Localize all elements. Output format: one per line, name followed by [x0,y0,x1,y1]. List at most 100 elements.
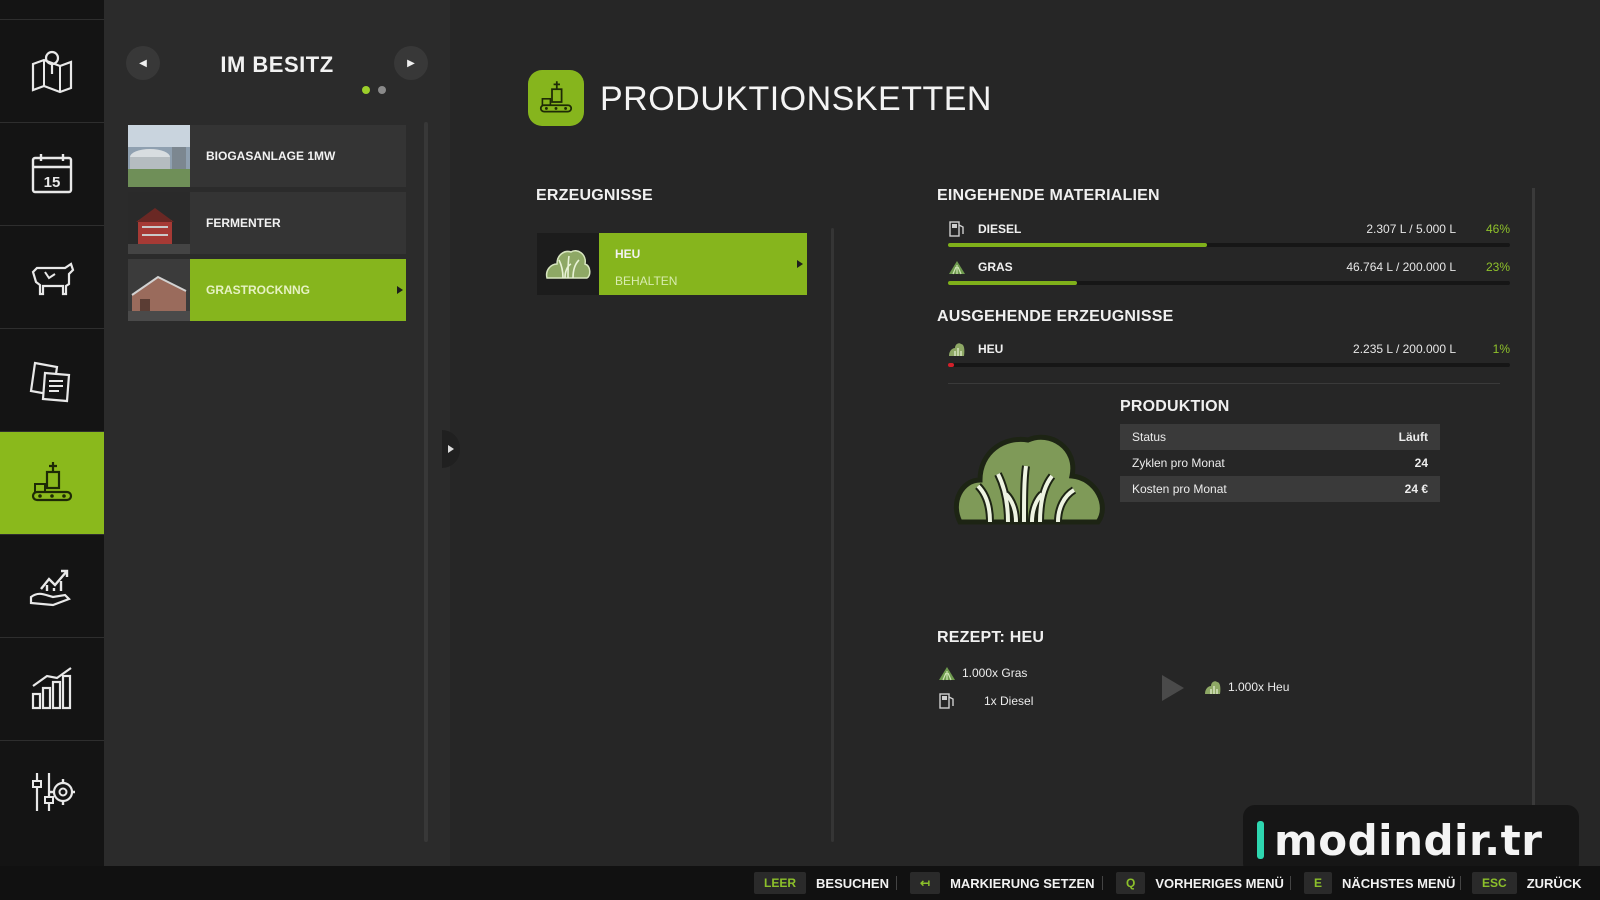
owned-item-fermenter[interactable]: FERMENTER [128,192,406,254]
collapse-panel-button[interactable] [442,430,460,468]
output-amount: 2.235 L / 200.000 L [1353,342,1456,356]
owned-item-label: FERMENTER [206,216,281,230]
recipe-input-diesel: 1x Diesel [938,692,1033,710]
output-name: HEU [978,342,1004,356]
nav-contracts[interactable] [0,328,104,431]
recipe-heading: REZEPT: HEU [937,629,1045,646]
recipe-input-text: 1x Diesel [984,694,1034,708]
output-percent: 1% [1492,342,1510,356]
recipe-input-gras: 1.000x Gras [938,664,1027,682]
production-heading: PRODUKTION [1120,398,1230,415]
grass-icon [939,667,955,681]
nav-finances[interactable] [0,534,104,637]
hay-icon [1205,681,1221,694]
bar-chart-icon [31,667,72,710]
owned-list: BIOGASANLAGE 1MW FERMENTER GRASTROCKNNG [128,125,406,326]
grass-dryer-thumbnail [128,259,190,321]
nav-settings[interactable] [0,740,104,843]
material-amount: 46.764 L / 200.000 L [1346,260,1456,274]
production-value: 24 [1414,456,1428,470]
hint-prev-menu[interactable]: Q VORHERIGES MENÜ [1116,872,1284,894]
main-scrollbar[interactable] [1532,188,1535,808]
material-row-gras: GRAS 46.764 L / 200.000 L 23% [948,258,1510,288]
column-divider [831,228,834,842]
recipe-output-heu: 1.000x Heu [1204,678,1289,696]
documents-icon [29,361,71,403]
page-dot-2[interactable] [378,86,386,94]
map-pin-icon [31,50,73,94]
hint-label: BESUCHEN [816,875,889,891]
chevron-right-icon [448,445,454,453]
grass-icon [949,261,965,275]
production-label: Zyklen pro Monat [1132,456,1225,470]
hint-back[interactable]: ESC ZURÜCK [1472,872,1582,894]
chevron-right-icon [397,286,403,294]
owned-item-grastrocknung[interactable]: GRASTROCKNNG [128,259,406,321]
owned-item-label: GRASTROCKNNG [206,283,310,297]
production-chain-icon [31,462,73,502]
hint-next-menu[interactable]: E NÄCHSTES MENÜ [1304,872,1455,894]
hint-label: NÄCHSTES MENÜ [1342,875,1456,891]
page-indicator [362,86,386,94]
nav-statistics[interactable] [0,637,104,740]
output-fill-bar [948,363,1510,367]
product-name: HEU [615,247,641,261]
watermark-accent [1257,821,1264,859]
page-dot-1[interactable] [362,86,370,94]
key-label: E [1304,872,1333,894]
owned-panel: ◀ IM BESITZ ▶ BIOGASANLAGE 1MW FERMENTER [104,0,450,866]
production-row-costs: Kosten pro Monat 24 € [1120,476,1440,502]
production-value: 24 € [1404,482,1428,496]
hint-separator [1290,876,1291,890]
product-mode: BEHALTEN [615,274,678,288]
production-value: Läuft [1398,430,1428,444]
hint-visit[interactable]: LEER BESUCHEN [754,872,889,894]
nav-animals[interactable] [0,225,104,328]
hint-label: MARKIERUNG SETZEN [950,875,1095,891]
bar-fill [948,363,954,367]
production-label: Status [1132,430,1167,444]
owned-header: ◀ IM BESITZ ▶ [126,46,428,86]
biogas-plant-thumbnail [128,125,190,187]
hint-separator [1460,876,1461,890]
products-heading: ERZEUGNISSE [536,187,653,204]
nav-calendar[interactable]: 15 [0,122,104,225]
cow-icon [31,262,75,296]
diesel-pump-icon [939,693,954,709]
fermenter-thumbnail [128,192,190,254]
key-label: LEER [754,872,807,894]
page-title: PRODUKTIONSKETTEN [600,80,992,118]
nav-map[interactable] [0,19,104,122]
input-hint-bar: LEER BESUCHEN ↤ MARKIERUNG SETZEN Q VORH… [0,866,1600,900]
material-fill-bar [948,281,1510,285]
output-row-heu: HEU 2.235 L / 200.000 L 1% [948,340,1510,370]
hint-label: ZURÜCK [1526,875,1582,891]
hay-icon [953,434,1105,525]
prev-page-button[interactable]: ◀ [126,46,160,80]
material-percent: 23% [1485,260,1510,274]
watermark-logo: modindir.tr [1243,805,1579,875]
settings-sliders-icon [32,773,75,811]
chevron-right-icon [797,260,803,268]
hay-icon [537,233,599,295]
main-nav: 15 [0,0,112,866]
bar-fill [948,243,1207,247]
next-page-button[interactable]: ▶ [394,46,428,80]
key-label: Q [1116,872,1146,894]
recipe-input-text: 1.000x Gras [962,666,1028,680]
product-card-heu[interactable]: HEU BEHALTEN [537,233,807,295]
money-growth-icon [29,569,71,607]
owned-scrollbar[interactable] [424,122,428,842]
hint-mark[interactable]: ↤ MARKIERUNG SETZEN [910,872,1095,894]
hint-label: VORHERIGES MENÜ [1155,875,1284,891]
material-name: GRAS [978,260,1013,274]
nav-production[interactable] [0,431,112,534]
owned-item-label: BIOGASANLAGE 1MW [206,149,336,163]
key-label: ESC [1472,872,1517,894]
owned-item-biogas[interactable]: BIOGASANLAGE 1MW [128,125,406,187]
bar-fill [948,281,1078,285]
production-row-cycles: Zyklen pro Monat 24 [1120,450,1440,476]
incoming-heading: EINGEHENDE MATERIALIEN [937,187,1160,204]
recipe-output-text: 1.000x Heu [1228,680,1290,694]
production-table: Status Läuft Zyklen pro Monat 24 Kosten … [1120,424,1440,502]
